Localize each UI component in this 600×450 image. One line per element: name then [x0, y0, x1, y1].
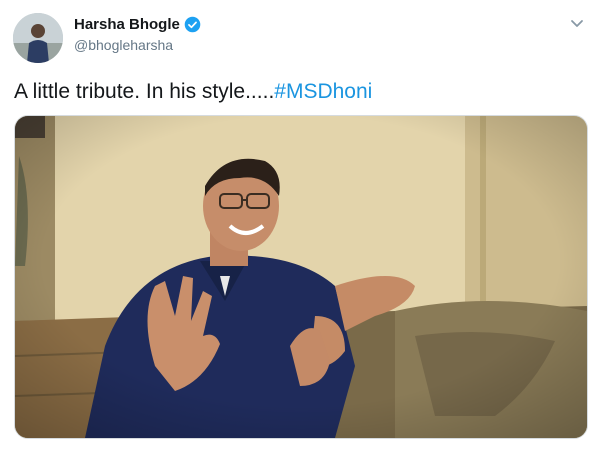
video-thumbnail[interactable]: [14, 115, 588, 439]
avatar[interactable]: [13, 13, 63, 63]
author-display-name[interactable]: Harsha Bhogle: [74, 16, 180, 33]
author-handle[interactable]: @bhogleharsha: [74, 37, 173, 53]
video-frame-image: [15, 116, 587, 438]
tweet-text: A little tribute. In his style.....#MSDh…: [14, 80, 372, 104]
hashtag-link[interactable]: #MSDhoni: [274, 80, 372, 103]
tweet-body: A little tribute. In his style.....: [14, 80, 275, 103]
author-name-row[interactable]: Harsha Bhogle: [74, 16, 201, 33]
profile-photo-icon: [13, 13, 63, 63]
chevron-down-icon[interactable]: [570, 16, 584, 30]
verified-badge-icon: [184, 16, 201, 33]
tweet-card: Harsha Bhogle @bhogleharsha A little tri…: [0, 0, 600, 450]
